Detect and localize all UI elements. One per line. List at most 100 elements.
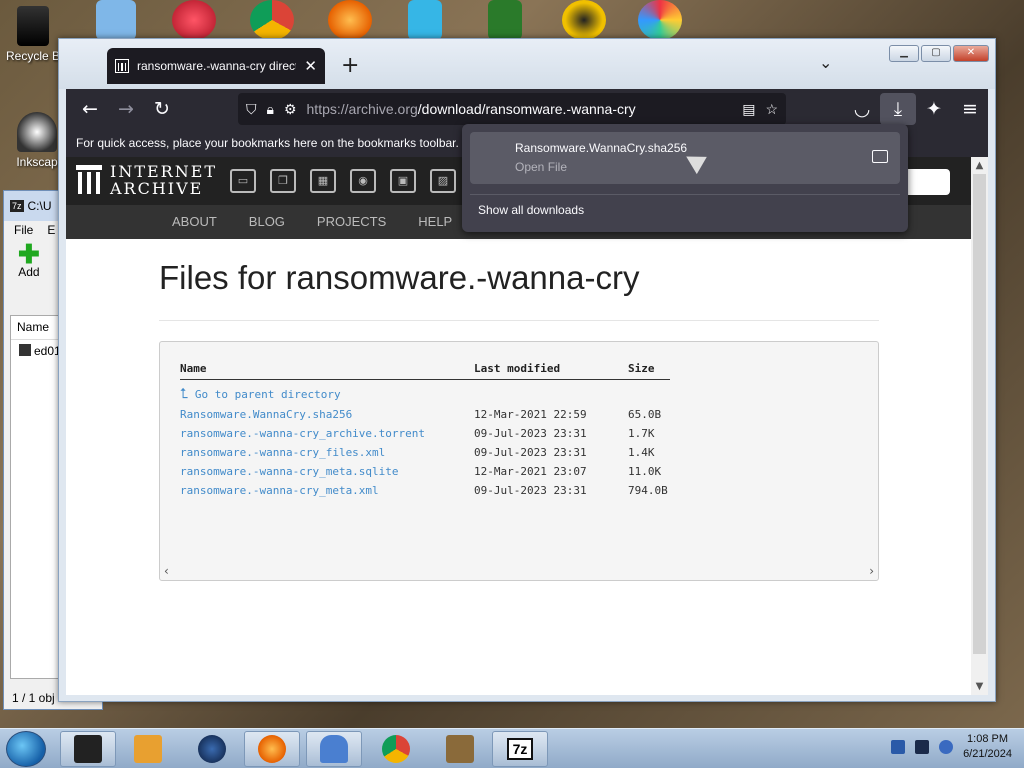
- taskbar-app-7zip[interactable]: 7z: [492, 731, 548, 767]
- ia-nav-about[interactable]: ABOUT: [156, 205, 233, 239]
- show-all-downloads-button[interactable]: Show all downloads: [478, 203, 584, 217]
- page-content[interactable]: INTERNET ARCHIVE ▭ ❐ ▦ ◉ ▣ ▨ ABOUT BLOG …: [66, 157, 971, 695]
- maximize-button[interactable]: ▢: [921, 45, 951, 62]
- back-button[interactable]: ←: [72, 93, 108, 125]
- start-button[interactable]: [6, 731, 46, 767]
- ia-nav-help[interactable]: HELP: [402, 205, 468, 239]
- media-player-icon: [134, 735, 162, 763]
- permissions-icon[interactable]: ⚙: [284, 101, 297, 118]
- scroll-left-icon[interactable]: ‹: [164, 564, 169, 580]
- table-row: ransomware.-wanna-cry_archive.torrent 09…: [180, 424, 670, 443]
- chrome-icon[interactable]: [250, 0, 294, 40]
- firefox-icon[interactable]: [328, 0, 372, 40]
- table-row: ransomware.-wanna-cry_files.xml 09-Jul-2…: [180, 443, 670, 462]
- texts-icon[interactable]: ❐: [270, 169, 296, 193]
- video-icon[interactable]: ▦: [310, 169, 336, 193]
- desktop-app-icon[interactable]: [408, 0, 442, 40]
- taskbar: 7z 1:08 PM 6/21/2024: [0, 728, 1024, 768]
- sevenzip-title: C:\U: [27, 199, 52, 213]
- inkscape-icon: [17, 112, 57, 152]
- minimize-button[interactable]: ▁: [889, 45, 919, 62]
- taskbar-app-chrome[interactable]: [368, 731, 424, 767]
- taskbar-app-media[interactable]: [120, 731, 176, 767]
- firefox-icon: [258, 735, 286, 763]
- scrollbar-thumb[interactable]: [973, 174, 986, 654]
- tab-strip: ransomware.-wanna-cry directo ✕ + ⌄ ▁ ▢ …: [59, 39, 995, 89]
- close-window-button[interactable]: ✕: [953, 45, 989, 62]
- desktop-app-icon[interactable]: [638, 0, 682, 40]
- tab-active[interactable]: ransomware.-wanna-cry directo ✕: [107, 48, 325, 84]
- desktop-app-icon[interactable]: [562, 0, 606, 40]
- column-size[interactable]: Size: [628, 360, 670, 380]
- parent-directory-link[interactable]: ⮤ Go to parent directory: [180, 380, 670, 406]
- scroll-down-icon[interactable]: ▼: [971, 678, 988, 695]
- scroll-up-icon[interactable]: ▲: [971, 157, 988, 174]
- file-link[interactable]: ransomware.-wanna-cry_meta.sqlite: [180, 462, 474, 481]
- shield-icon[interactable]: ⛉: [246, 101, 257, 118]
- taskbar-app-globe[interactable]: [184, 731, 240, 767]
- file-size: 1.7K: [628, 427, 655, 440]
- new-tab-button[interactable]: +: [341, 53, 359, 78]
- software-icon[interactable]: ▣: [390, 169, 416, 193]
- archive-favicon-icon: [115, 59, 129, 73]
- taskbar-app-firefox[interactable]: [244, 731, 300, 767]
- tray-app-icon[interactable]: [891, 740, 906, 754]
- file-modified: 09-Jul-2023 23:31: [474, 484, 587, 497]
- chrome-icon: [382, 735, 410, 763]
- file-size: 65.0B: [628, 408, 662, 421]
- archive-icon: [446, 735, 474, 763]
- file-modified: 12-Mar-2021 22:59: [474, 408, 587, 421]
- extensions-icon[interactable]: ✦: [916, 93, 952, 125]
- lock-icon[interactable]: 🔒︎: [267, 101, 274, 118]
- column-last-modified[interactable]: Last modified: [474, 360, 628, 380]
- reload-button[interactable]: ↻: [144, 93, 180, 125]
- audio-icon[interactable]: ◉: [350, 169, 376, 193]
- file-modified: 09-Jul-2023 23:31: [474, 427, 587, 440]
- toolbar-right: ◡ ⤓ ✦ ≡: [844, 89, 988, 129]
- ia-nav-blog[interactable]: BLOG: [233, 205, 301, 239]
- ia-logo-line2: ARCHIVE: [110, 179, 204, 198]
- desktop-app-icon[interactable]: [96, 0, 136, 40]
- scroll-right-icon[interactable]: ›: [869, 564, 874, 580]
- file-link[interactable]: ransomware.-wanna-cry_files.xml: [180, 443, 474, 462]
- table-row: ransomware.-wanna-cry_meta.xml 09-Jul-20…: [180, 481, 670, 500]
- images-icon[interactable]: ▨: [430, 169, 456, 193]
- file-size: 1.4K: [628, 446, 655, 459]
- vertical-scrollbar[interactable]: ▲ ▼: [971, 157, 988, 695]
- file-link[interactable]: ransomware.-wanna-cry_archive.torrent: [180, 424, 474, 443]
- bookmark-star-icon[interactable]: ☆: [765, 101, 778, 118]
- show-in-folder-icon[interactable]: [872, 150, 888, 163]
- desktop-app-icon[interactable]: [488, 0, 522, 40]
- network-icon[interactable]: [915, 740, 930, 754]
- file-size: 794.0B: [628, 484, 668, 497]
- downloads-icon[interactable]: ⤓: [880, 93, 916, 125]
- pocket-icon[interactable]: ◡: [844, 93, 880, 125]
- horizontal-scrollbar[interactable]: ‹ ›: [160, 564, 878, 580]
- file-link[interactable]: Ransomware.WannaCry.sha256: [180, 405, 474, 424]
- window-controls: ▁ ▢ ✕: [889, 45, 989, 62]
- ia-nav-projects[interactable]: PROJECTS: [301, 205, 402, 239]
- folder-icon: [74, 735, 102, 763]
- sevenzip-menu-edit[interactable]: E: [47, 223, 55, 239]
- clock[interactable]: 1:08 PM 6/21/2024: [963, 732, 1012, 762]
- url-bar[interactable]: ⛉ 🔒︎ ⚙ https://archive.org/download/rans…: [238, 93, 786, 125]
- volume-icon[interactable]: [939, 740, 954, 754]
- list-all-tabs-chevron-down-icon[interactable]: ⌄: [819, 53, 832, 72]
- tab-title: ransomware.-wanna-cry directo: [137, 59, 297, 73]
- desktop-icon-recycle-bin[interactable]: Recycle B: [2, 6, 64, 63]
- reader-view-icon[interactable]: ▤: [742, 101, 755, 118]
- sevenzip-menu-file[interactable]: File: [14, 223, 33, 239]
- hamburger-menu-icon[interactable]: ≡: [952, 93, 988, 125]
- tab-close-icon[interactable]: ✕: [304, 57, 317, 75]
- web-icon[interactable]: ▭: [230, 169, 256, 193]
- forward-button[interactable]: →: [108, 93, 144, 125]
- taskbar-app-archiver[interactable]: [432, 731, 488, 767]
- ia-logo[interactable]: INTERNET ARCHIVE: [76, 163, 217, 197]
- column-name[interactable]: Name: [180, 360, 474, 380]
- desktop-app-icon[interactable]: [172, 0, 216, 40]
- url-text[interactable]: https://archive.org/download/ransomware.…: [307, 101, 733, 117]
- sevenzip-add-button[interactable]: ✚ Add: [18, 241, 40, 279]
- taskbar-app-inkscape[interactable]: [306, 731, 362, 767]
- taskbar-app-explorer[interactable]: [60, 731, 116, 767]
- file-link[interactable]: ransomware.-wanna-cry_meta.xml: [180, 481, 474, 500]
